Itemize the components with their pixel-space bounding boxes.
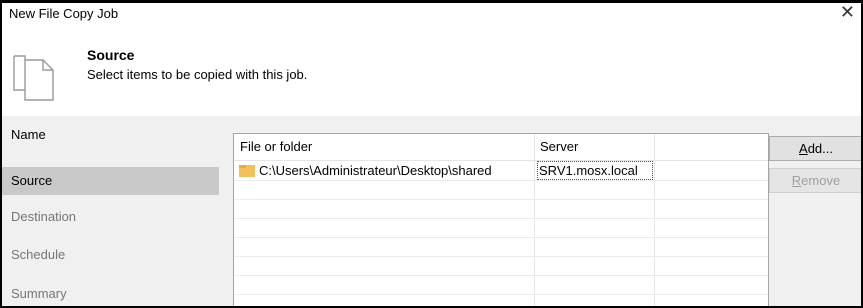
wizard-steps: Name Source Destination Schedule Summary <box>2 116 219 306</box>
step-schedule[interactable]: Schedule <box>2 241 219 269</box>
document-icon <box>13 55 54 101</box>
page-subtitle: Select items to be copied with this job. <box>87 67 308 82</box>
window-title: New File Copy Job <box>9 6 119 21</box>
add-button-label: Add... <box>799 141 833 156</box>
remove-button[interactable]: Remove <box>769 168 861 193</box>
row-divider <box>234 275 768 276</box>
file-or-folder-cell: C:\Users\Administrateur\Desktop\shared <box>234 161 534 180</box>
step-name[interactable]: Name <box>2 121 219 149</box>
step-source[interactable]: Source <box>2 167 219 195</box>
file-copy-job-dialog: New File Copy Job ✕ Source Select items … <box>0 0 863 308</box>
row-divider <box>234 294 768 295</box>
table-header: File or folder Server <box>234 134 768 161</box>
table-row[interactable]: C:\Users\Administrateur\Desktop\shared S… <box>234 161 768 180</box>
add-button[interactable]: Add... <box>769 136 861 161</box>
title-bar: New File Copy Job ✕ <box>2 3 861 27</box>
column-header-server[interactable]: Server <box>534 134 654 160</box>
page-title: Source <box>87 47 135 63</box>
close-icon[interactable]: ✕ <box>840 3 855 23</box>
row-divider <box>234 218 768 219</box>
focus-rectangle <box>537 161 653 180</box>
folder-icon <box>239 165 255 177</box>
row-divider <box>234 237 768 238</box>
folder-path: C:\Users\Administrateur\Desktop\shared <box>259 163 492 178</box>
row-divider <box>234 199 768 200</box>
row-divider <box>234 256 768 257</box>
column-header-file-or-folder[interactable]: File or folder <box>234 134 534 160</box>
step-destination[interactable]: Destination <box>2 203 219 231</box>
wizard-header: Source Select items to be copied with th… <box>2 27 861 117</box>
step-summary[interactable]: Summary <box>2 280 219 306</box>
source-panel: File or folder Server C:\Users\Administr… <box>219 116 861 306</box>
remove-button-label: Remove <box>791 173 841 188</box>
source-items-table[interactable]: File or folder Server C:\Users\Administr… <box>233 133 769 306</box>
row-divider <box>234 180 768 181</box>
